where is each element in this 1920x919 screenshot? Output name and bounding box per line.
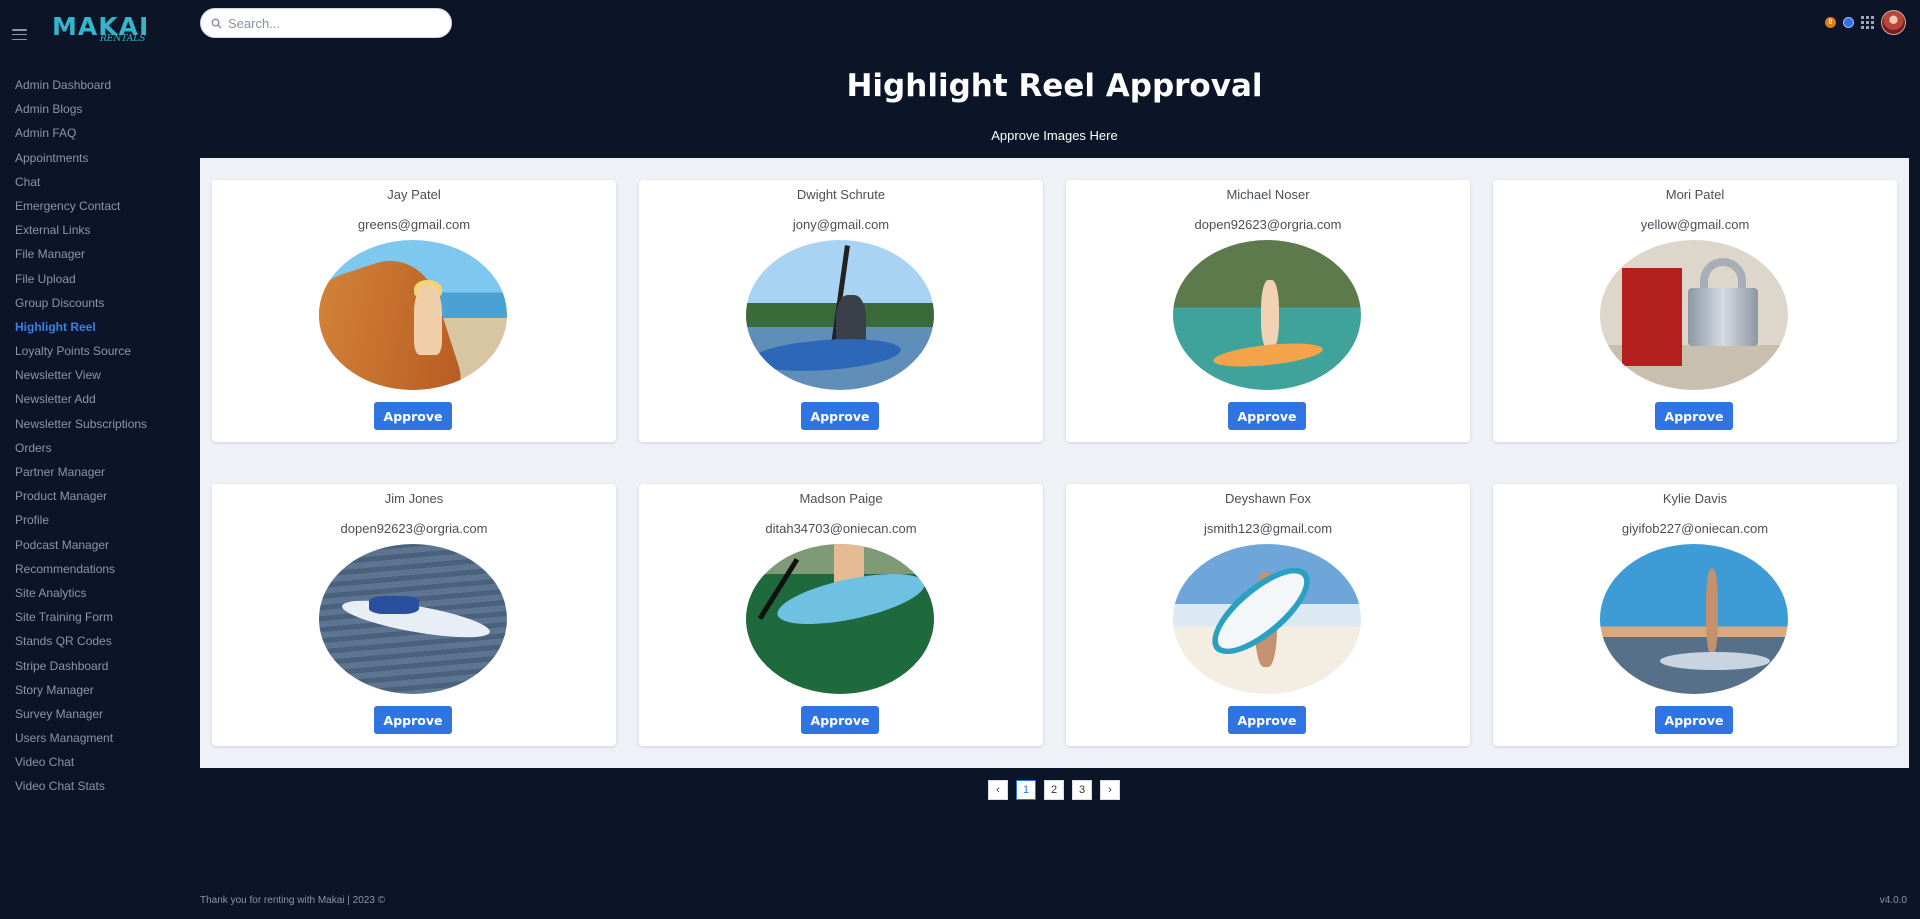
pagination: ‹ 1 2 3 › [988,780,1120,800]
sidebar-item-partner-manager[interactable]: Partner Manager [15,464,147,488]
card-user-email: greens@gmail.com [357,217,471,232]
sidebar-item-stands-qr-codes[interactable]: Stands QR Codes [15,633,147,657]
sidebar-item-file-manager[interactable]: File Manager [15,246,147,270]
card-user-email: dopen92623@orgria.com [340,521,488,536]
approve-button[interactable]: Approve [1655,706,1733,734]
card-user-name: Dwight Schrute [796,187,886,202]
sidebar-item-video-chat-stats[interactable]: Video Chat Stats [15,778,147,802]
approve-button[interactable]: Approve [374,706,452,734]
status-icon[interactable] [1843,17,1854,28]
highlight-photo [746,240,934,390]
approval-card: Deyshawn Fox jsmith123@gmail.com Approve [1066,484,1470,746]
highlight-photo [319,544,507,694]
approval-card: Madson Paige ditah34703@oniecan.com Appr… [639,484,1043,746]
card-user-name: Kylie Davis [1662,491,1728,506]
sidebar-item-newsletter-add[interactable]: Newsletter Add [15,391,147,415]
pagination-prev[interactable]: ‹ [988,780,1008,800]
sidebar-item-external-links[interactable]: External Links [15,222,147,246]
sidebar-item-site-training-form[interactable]: Site Training Form [15,609,147,633]
highlight-photo [1600,240,1788,390]
sidebar: MAKAI RENTALS Admin Dashboard Admin Blog… [0,0,200,919]
approve-button[interactable]: Approve [1228,402,1306,430]
makai-logo[interactable]: MAKAI RENTALS [52,14,148,50]
sidebar-item-profile[interactable]: Profile [15,512,147,536]
sidebar-item-product-manager[interactable]: Product Manager [15,488,147,512]
approval-card: Michael Noser dopen92623@orgria.com Appr… [1066,180,1470,442]
pagination-page-3[interactable]: 3 [1072,780,1092,800]
highlight-photo [319,240,507,390]
approve-button[interactable]: Approve [374,402,452,430]
sidebar-item-users-managment[interactable]: Users Managment [15,730,147,754]
card-user-email: yellow@gmail.com [1640,217,1750,232]
sidebar-item-admin-blogs[interactable]: Admin Blogs [15,101,147,125]
approval-card: Dwight Schrute jony@gmail.com Approve [639,180,1043,442]
approve-button[interactable]: Approve [1655,402,1733,430]
pagination-next[interactable]: › [1100,780,1120,800]
topbar-icons: 0 [1825,10,1906,35]
card-user-email: dopen92623@orgria.com [1194,217,1342,232]
menu-toggle-icon[interactable] [12,29,27,40]
card-user-name: Jim Jones [384,491,444,506]
sidebar-item-newsletter-view[interactable]: Newsletter View [15,367,147,391]
highlight-photo [1600,544,1788,694]
sidebar-item-highlight-reel[interactable]: Highlight Reel [15,319,147,343]
sidebar-item-recommendations[interactable]: Recommendations [15,561,147,585]
approve-button[interactable]: Approve [1228,706,1306,734]
sidebar-item-admin-dashboard[interactable]: Admin Dashboard [15,77,147,101]
sidebar-item-appointments[interactable]: Appointments [15,150,147,174]
search-icon [211,18,222,29]
highlight-photo [746,544,934,694]
sidebar-item-file-upload[interactable]: File Upload [15,271,147,295]
highlight-photo [1173,544,1361,694]
highlight-reel-panel: Jay Patel greens@gmail.com Approve Dwigh… [200,158,1909,768]
notification-badge[interactable]: 0 [1825,17,1836,28]
card-user-name: Jay Patel [387,187,441,202]
approval-card: Mori Patel yellow@gmail.com Approve [1493,180,1897,442]
sidebar-item-stripe-dashboard[interactable]: Stripe Dashboard [15,658,147,682]
approve-button[interactable]: Approve [801,402,879,430]
app-version: v4.0.0 [1879,895,1907,906]
sidebar-item-loyalty-points-source[interactable]: Loyalty Points Source [15,343,147,367]
approval-card: Jim Jones dopen92623@orgria.com Approve [212,484,616,746]
card-user-email: giyifob227@oniecan.com [1621,521,1769,536]
user-avatar[interactable] [1881,10,1906,35]
pagination-page-2[interactable]: 2 [1044,780,1064,800]
sidebar-item-story-manager[interactable]: Story Manager [15,682,147,706]
search-input[interactable] [228,15,438,31]
sidebar-item-podcast-manager[interactable]: Podcast Manager [15,537,147,561]
sidebar-item-group-discounts[interactable]: Group Discounts [15,295,147,319]
card-user-email: jsmith123@gmail.com [1203,521,1333,536]
page-title: Highlight Reel Approval [846,68,1263,104]
sidebar-item-admin-faq[interactable]: Admin FAQ [15,125,147,149]
page-subtitle: Approve Images Here [991,128,1118,143]
highlight-photo [1173,240,1361,390]
approve-button[interactable]: Approve [801,706,879,734]
sidebar-nav: Admin Dashboard Admin Blogs Admin FAQ Ap… [15,77,147,803]
search-bar[interactable] [200,8,452,38]
footer-text: Thank you for renting with Makai | 2023 … [200,895,386,906]
sidebar-item-newsletter-subscriptions[interactable]: Newsletter Subscriptions [15,416,147,440]
card-user-email: jony@gmail.com [792,217,890,232]
approval-card: Kylie Davis giyifob227@oniecan.com Appro… [1493,484,1897,746]
logo-sub-text: RENTALS [100,34,146,44]
card-user-name: Mori Patel [1665,187,1725,202]
card-user-name: Deyshawn Fox [1225,491,1311,506]
apps-grid-icon[interactable] [1861,16,1874,29]
approval-card: Jay Patel greens@gmail.com Approve [212,180,616,442]
sidebar-item-chat[interactable]: Chat [15,174,147,198]
sidebar-item-orders[interactable]: Orders [15,440,147,464]
sidebar-item-site-analytics[interactable]: Site Analytics [15,585,147,609]
pagination-page-1[interactable]: 1 [1016,780,1036,800]
card-user-name: Madson Paige [799,491,883,506]
card-user-name: Michael Noser [1226,187,1310,202]
sidebar-item-video-chat[interactable]: Video Chat [15,754,147,778]
sidebar-item-survey-manager[interactable]: Survey Manager [15,706,147,730]
sidebar-item-emergency-contact[interactable]: Emergency Contact [15,198,147,222]
card-user-email: ditah34703@oniecan.com [765,521,917,536]
